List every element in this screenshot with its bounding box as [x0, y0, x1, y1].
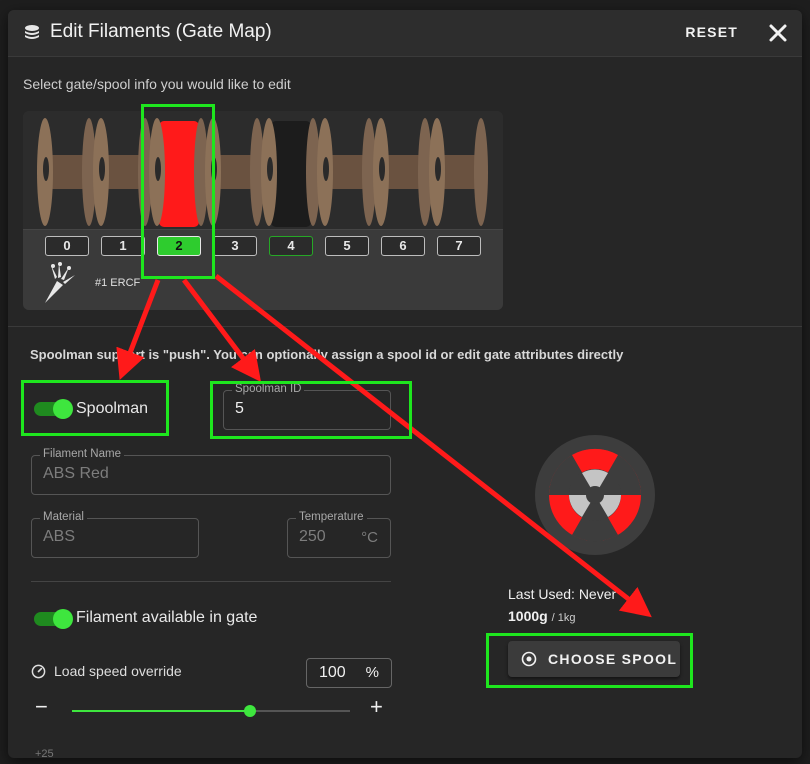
load-speed-label: Load speed override	[54, 663, 182, 679]
spool-0[interactable]	[37, 118, 96, 226]
toggle-knob	[53, 609, 73, 629]
temperature-field[interactable]: Temperature 250 °C	[287, 511, 391, 558]
section-divider	[8, 326, 802, 327]
choose-spool-button[interactable]: CHOOSE SPOOL	[508, 641, 680, 677]
last-used-text: Last Used: Never	[508, 586, 617, 602]
remaining-weight: 1000g	[508, 608, 548, 624]
speed-slider[interactable]	[72, 705, 350, 717]
reset-button[interactable]: RESET	[685, 24, 738, 40]
total-weight: / 1kg	[551, 612, 576, 624]
material-value: ABS	[43, 528, 76, 545]
spool-5[interactable]	[317, 118, 376, 226]
speed-increase-button[interactable]: +	[370, 696, 383, 718]
spool-weight: 1000g / 1kg	[508, 608, 575, 624]
gate-button-4[interactable]: 4	[269, 236, 313, 256]
speedometer-icon	[31, 664, 46, 679]
dialog-title: Edit Filaments (Gate Map)	[50, 21, 272, 42]
gate-button-3[interactable]: 3	[213, 236, 257, 256]
edit-filaments-dialog: Edit Filaments (Gate Map) RESET Select g…	[8, 10, 802, 758]
mmu-name: #1 ERCF	[95, 277, 141, 289]
dialog-subtitle: Select gate/spool info you would like to…	[23, 76, 291, 92]
filament-available-toggle[interactable]	[34, 609, 73, 629]
load-speed-unit: %	[365, 664, 379, 681]
spool-3[interactable]	[205, 118, 264, 226]
close-icon[interactable]	[766, 21, 790, 45]
gate-button-2[interactable]: 2	[157, 236, 201, 256]
gate-map-panel: 01234567 #1 ERCF	[23, 111, 503, 310]
choose-spool-label: CHOOSE SPOOL	[548, 651, 678, 667]
temperature-label: Temperature	[296, 511, 367, 523]
speed-decrease-button[interactable]: −	[35, 696, 48, 718]
spoolman-support-text: Spoolman support is "push". You can opti…	[30, 347, 624, 362]
load-speed-value: 100	[319, 664, 346, 681]
spool-row	[37, 118, 488, 227]
filament-available-label: Filament available in gate	[76, 609, 258, 626]
spool-icon	[535, 435, 655, 555]
gate-button-7[interactable]: 7	[437, 236, 481, 256]
dialog-titlebar: Edit Filaments (Gate Map) RESET	[8, 10, 802, 57]
speed-slider-fill	[72, 710, 250, 712]
temperature-unit: °C	[361, 529, 378, 546]
spoolman-toggle[interactable]	[34, 399, 73, 419]
spoolman-id-label: Spoolman ID	[232, 383, 305, 395]
spool-7[interactable]	[429, 118, 488, 226]
target-icon	[521, 651, 537, 667]
spool-4[interactable]	[261, 118, 320, 227]
material-label: Material	[40, 511, 87, 523]
gate-button-0[interactable]: 0	[45, 236, 89, 256]
filament-name-field[interactable]: Filament Name ABS Red	[31, 448, 391, 495]
gate-base	[23, 229, 503, 310]
background-fragment: +25	[35, 748, 54, 760]
spool-strip	[23, 111, 503, 229]
form-divider	[31, 581, 391, 582]
toggle-knob	[53, 399, 73, 419]
filament-stack-icon	[25, 25, 39, 39]
gate-button-5[interactable]: 5	[325, 236, 369, 256]
spoolman-id-value: 5	[235, 400, 244, 417]
material-field[interactable]: Material ABS	[31, 511, 199, 558]
gate-button-6[interactable]: 6	[381, 236, 425, 256]
gate-button-1[interactable]: 1	[101, 236, 145, 256]
spool-1[interactable]	[93, 118, 152, 226]
filament-name-value: ABS Red	[43, 465, 109, 482]
ercf-logo-icon	[45, 262, 75, 303]
spool-2[interactable]	[149, 118, 208, 227]
spoolman-toggle-label: Spoolman	[76, 400, 149, 417]
speed-slider-thumb[interactable]	[243, 705, 256, 717]
spool-6[interactable]	[373, 118, 432, 226]
load-speed-input[interactable]: 100 %	[306, 658, 392, 688]
temperature-value: 250	[299, 528, 326, 545]
spoolman-id-field[interactable]: Spoolman ID 5	[223, 383, 391, 430]
filament-name-label: Filament Name	[40, 448, 124, 460]
